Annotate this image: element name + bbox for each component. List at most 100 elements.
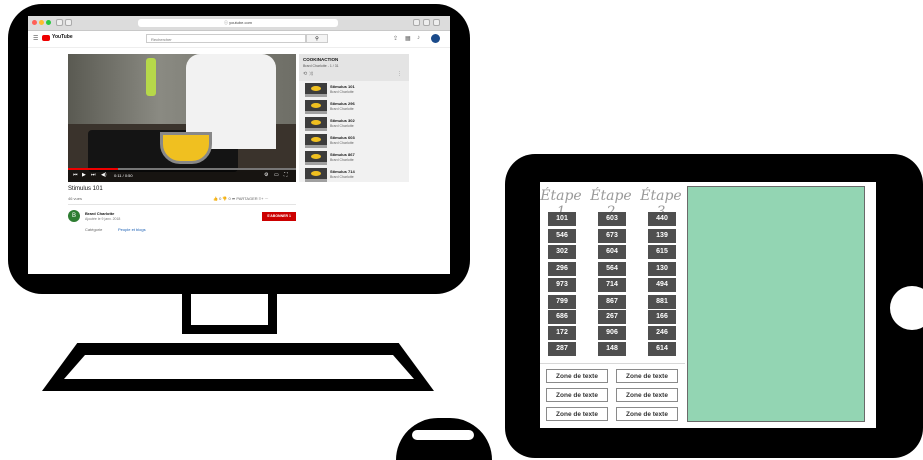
search-button[interactable]: ⚲ bbox=[306, 34, 328, 43]
stimulus-tile[interactable]: 881 bbox=[648, 295, 676, 309]
video-frame-bottle bbox=[146, 58, 156, 96]
download-icon[interactable] bbox=[413, 19, 420, 26]
forward-button[interactable] bbox=[65, 19, 72, 26]
video-title: Stimulus 101 bbox=[68, 186, 103, 192]
playlist-item[interactable]: Stimulus 296 Brard Charlotte bbox=[299, 99, 409, 116]
response-panel[interactable] bbox=[687, 186, 865, 422]
search-input[interactable]: Rechercher bbox=[146, 34, 306, 43]
new-tab-button[interactable] bbox=[433, 19, 440, 26]
maximize-window-button[interactable] bbox=[46, 20, 51, 25]
stimulus-tile[interactable]: 302 bbox=[548, 245, 576, 259]
stimulus-tile[interactable]: 440 bbox=[648, 212, 676, 226]
video-thumbnail[interactable] bbox=[305, 100, 327, 114]
text-zone[interactable]: Zone de texte bbox=[546, 407, 608, 421]
meta-divider bbox=[68, 204, 296, 205]
thumbnail-pot bbox=[311, 171, 321, 176]
stimulus-tile[interactable]: 564 bbox=[598, 262, 626, 276]
stimulus-tile[interactable]: 287 bbox=[548, 342, 576, 356]
text-zone[interactable]: Zone de texte bbox=[546, 388, 608, 402]
playlist-item-author: Brard Charlotte bbox=[330, 107, 354, 111]
stimulus-tile[interactable]: 614 bbox=[648, 342, 676, 356]
playlist-item-title[interactable]: Stimulus 603 bbox=[330, 135, 355, 140]
minimize-window-button[interactable] bbox=[39, 20, 44, 25]
hamburger-menu-icon[interactable]: ☰ bbox=[33, 35, 38, 42]
playlist-menu-icon[interactable]: ⋮ bbox=[397, 71, 402, 77]
play-icon[interactable]: ▶ bbox=[82, 172, 86, 178]
playlist-item-title[interactable]: Stimulus 867 bbox=[330, 152, 355, 157]
text-zone[interactable]: Zone de texte bbox=[546, 369, 608, 383]
stimulus-tile[interactable]: 101 bbox=[548, 212, 576, 226]
stimulus-tile[interactable]: 686 bbox=[548, 310, 576, 324]
video-thumbnail[interactable] bbox=[305, 151, 327, 165]
stimulus-tile[interactable]: 867 bbox=[598, 295, 626, 309]
upload-date: Ajoutée le 9 janv. 2018 bbox=[85, 217, 121, 221]
category-link[interactable]: People et blogs bbox=[118, 227, 146, 232]
stimulus-tile[interactable]: 799 bbox=[548, 295, 576, 309]
apps-icon[interactable]: ▦ bbox=[405, 35, 411, 42]
text-zone[interactable]: Zone de texte bbox=[616, 369, 678, 383]
account-avatar[interactable] bbox=[431, 34, 440, 43]
playlist-item[interactable]: Stimulus 101 Brard Charlotte bbox=[299, 82, 409, 99]
playlist-item[interactable]: Stimulus 714 Brard Charlotte bbox=[299, 167, 409, 184]
stimulus-tile[interactable]: 148 bbox=[598, 342, 626, 356]
video-thumbnail[interactable] bbox=[305, 83, 327, 97]
stimulus-tile[interactable]: 546 bbox=[548, 229, 576, 243]
youtube-logo-icon[interactable] bbox=[42, 35, 50, 41]
browser-toolbar: ⓘ youtube.com bbox=[28, 16, 450, 31]
video-player[interactable]: ⏮ ▶ ⏭ ◀) 0:11 / 0:50 ⚙ ▭ ⛶ bbox=[68, 54, 296, 182]
stimulus-tile[interactable]: 603 bbox=[598, 212, 626, 226]
playlist-item[interactable]: Stimulus 302 Brard Charlotte bbox=[299, 116, 409, 133]
settings-icon[interactable]: ⚙ bbox=[264, 172, 268, 178]
mouse-inner bbox=[412, 430, 474, 440]
thumbnail-pot bbox=[311, 103, 321, 108]
text-zone[interactable]: Zone de texte bbox=[616, 388, 678, 402]
playlist-title[interactable]: COOKINACTION bbox=[303, 57, 338, 62]
channel-name[interactable]: Brard Charlotte bbox=[85, 211, 114, 216]
stimulus-tile[interactable]: 296 bbox=[548, 262, 576, 276]
playlist-item-title[interactable]: Stimulus 101 bbox=[330, 84, 355, 89]
subscribe-button[interactable]: S'ABONNER 1 bbox=[262, 212, 296, 221]
playlist-item-title[interactable]: Stimulus 296 bbox=[330, 101, 355, 106]
stimulus-tile[interactable]: 267 bbox=[598, 310, 626, 324]
back-button[interactable] bbox=[56, 19, 63, 26]
stimulus-tile[interactable]: 246 bbox=[648, 326, 676, 340]
loop-icon[interactable]: ⟲ ⤨ bbox=[303, 71, 313, 77]
category-label: Catégorie bbox=[85, 227, 103, 232]
video-frame-pot bbox=[160, 132, 212, 164]
text-zone[interactable]: Zone de texte bbox=[616, 407, 678, 421]
playlist-panel: COOKINACTION Brard Charlotte - 1 / 31 ⟲ … bbox=[299, 54, 409, 182]
upload-icon[interactable]: ⇪ bbox=[393, 35, 398, 42]
playlist-item[interactable]: Stimulus 603 Brard Charlotte bbox=[299, 133, 409, 150]
stimulus-tile[interactable]: 494 bbox=[648, 278, 676, 292]
stimulus-tile[interactable]: 166 bbox=[648, 310, 676, 324]
video-time: 0:11 / 0:50 bbox=[114, 173, 133, 178]
volume-icon[interactable]: ◀) bbox=[101, 172, 107, 178]
stimulus-tile[interactable]: 673 bbox=[598, 229, 626, 243]
theater-mode-icon[interactable]: ▭ bbox=[274, 172, 279, 178]
address-bar[interactable]: ⓘ youtube.com bbox=[138, 19, 338, 27]
playlist-item-title[interactable]: Stimulus 714 bbox=[330, 169, 355, 174]
stimulus-tile[interactable]: 906 bbox=[598, 326, 626, 340]
video-thumbnail[interactable] bbox=[305, 134, 327, 148]
playlist-item[interactable]: Stimulus 867 Brard Charlotte bbox=[299, 150, 409, 167]
stimulus-tile[interactable]: 973 bbox=[548, 278, 576, 292]
playlist-item-title[interactable]: Stimulus 302 bbox=[330, 118, 355, 123]
stimulus-tile[interactable]: 714 bbox=[598, 278, 626, 292]
video-thumbnail[interactable] bbox=[305, 117, 327, 131]
stimulus-tile[interactable]: 172 bbox=[548, 326, 576, 340]
notifications-icon[interactable]: ♪ bbox=[417, 35, 420, 41]
stimulus-tile[interactable]: 615 bbox=[648, 245, 676, 259]
channel-avatar[interactable]: B bbox=[68, 210, 80, 222]
video-views: 46 vues bbox=[68, 196, 83, 201]
share-icon[interactable] bbox=[423, 19, 430, 26]
close-window-button[interactable] bbox=[32, 20, 37, 25]
video-actions[interactable]: 👍 0 👎 0 ➦ PARTAGER ≡+ ⋯ bbox=[213, 196, 269, 201]
next-icon[interactable]: ⏭ bbox=[91, 172, 96, 178]
video-thumbnail[interactable] bbox=[305, 168, 327, 182]
stimulus-tile[interactable]: 130 bbox=[648, 262, 676, 276]
fullscreen-icon[interactable]: ⛶ bbox=[284, 172, 288, 178]
youtube-logo-text[interactable]: YouTube bbox=[52, 34, 73, 40]
previous-icon[interactable]: ⏮ bbox=[73, 172, 78, 178]
stimulus-tile[interactable]: 139 bbox=[648, 229, 676, 243]
stimulus-tile[interactable]: 604 bbox=[598, 245, 626, 259]
